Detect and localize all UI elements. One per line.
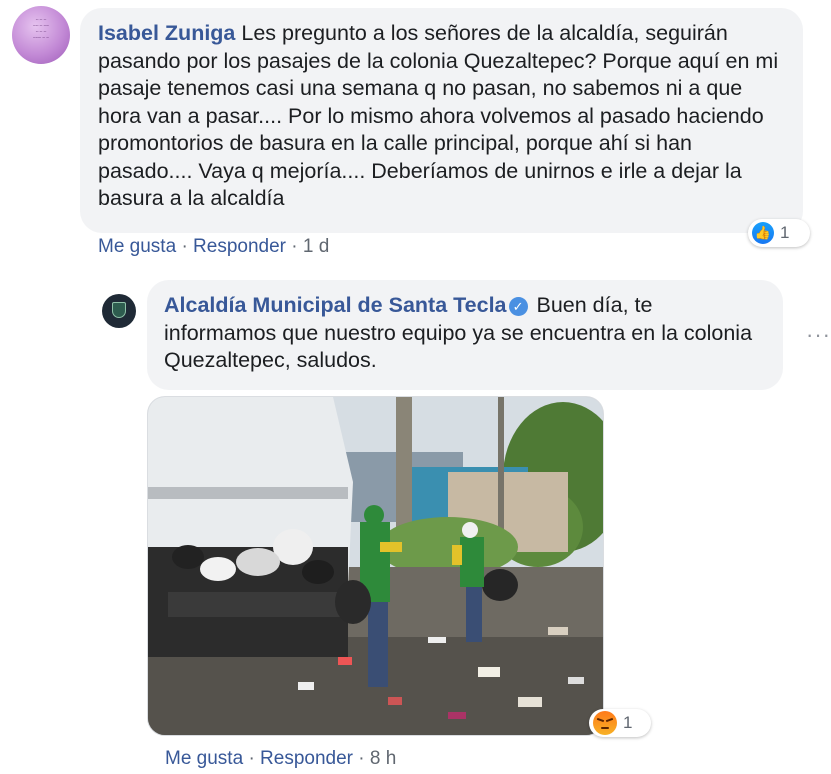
angry-icon (593, 711, 617, 735)
reply-reaction-count: 1 (623, 713, 633, 732)
comment-actions: Me gusta · Responder · 1 d (98, 236, 329, 258)
reply-author[interactable]: Alcaldía Municipal de Santa Tecla (164, 293, 507, 317)
separator: · (291, 236, 298, 257)
comment-reactions[interactable]: 👍 1 (748, 219, 810, 247)
more-options-icon[interactable]: ··· (806, 322, 831, 348)
commenter-avatar[interactable]: ~ ~ ~ ~~ ~ ~~ ~ ~ ~ ~~~ ~ ~ (12, 6, 70, 64)
avatar-decoration: ~ ~ ~ ~~ ~ ~~ ~ ~ ~ ~~~ ~ ~ (32, 18, 50, 41)
reply-photo[interactable] (147, 396, 604, 736)
like-link[interactable]: Me gusta (98, 236, 176, 257)
like-icon: 👍 (752, 222, 774, 244)
garbage-truck-photo (148, 397, 603, 735)
reply-link[interactable]: Responder (260, 748, 353, 769)
comment-text: Les pregunto a los señores de la alcaldí… (98, 21, 779, 210)
comment-timestamp[interactable]: 1 d (303, 236, 329, 257)
reply-reactions[interactable]: 1 (589, 709, 651, 737)
comment-bubble: Isabel Zuniga Les pregunto a los señores… (80, 8, 803, 233)
reply-bubble: Alcaldía Municipal de Santa Tecla ✓ Buen … (147, 280, 783, 390)
crest-icon (112, 302, 126, 318)
comment-author[interactable]: Isabel Zuniga (98, 21, 235, 45)
verified-badge-icon: ✓ (508, 297, 528, 316)
separator: · (181, 236, 188, 257)
like-link[interactable]: Me gusta (165, 748, 243, 769)
reply-timestamp[interactable]: 8 h (370, 748, 396, 769)
comment-reaction-count: 1 (780, 223, 790, 242)
page-avatar[interactable] (102, 294, 136, 328)
reply-link[interactable]: Responder (193, 236, 286, 257)
reply-actions: Me gusta · Responder · 8 h (165, 748, 396, 770)
separator: · (248, 748, 255, 769)
separator: · (358, 748, 365, 769)
